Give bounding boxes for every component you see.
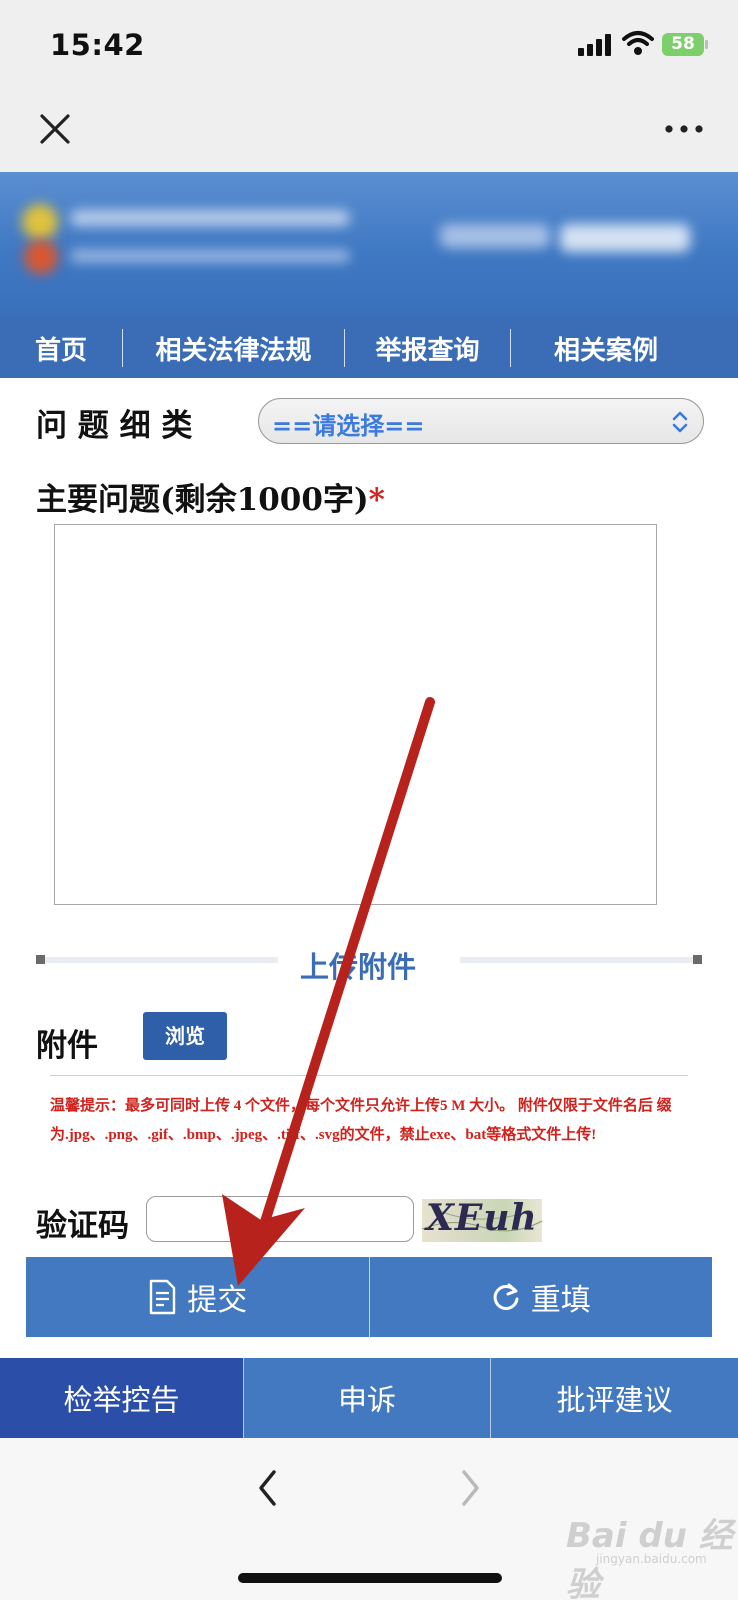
menu-report-query[interactable]: 举报查询 xyxy=(345,330,510,367)
battery-icon: 58 xyxy=(662,33,704,56)
main-issue-textarea[interactable] xyxy=(54,524,657,905)
refresh-icon xyxy=(493,1283,519,1310)
category-select-value: ==请选择== xyxy=(272,412,425,440)
close-icon[interactable] xyxy=(38,112,72,146)
signal-icon xyxy=(578,34,614,56)
tab-suggestion[interactable]: 批评建议 xyxy=(491,1358,738,1438)
wifi-icon xyxy=(622,31,654,55)
divider-line-right xyxy=(460,957,694,963)
menu-laws[interactable]: 相关法律法规 xyxy=(123,330,344,367)
main-issue-label-text: 主要问题(剩余1000字) xyxy=(36,482,369,518)
required-mark: * xyxy=(368,482,385,518)
category-label: 问 题 细 类 xyxy=(36,408,193,444)
captcha-image[interactable]: XEuh xyxy=(422,1199,542,1242)
divider-line-left xyxy=(45,957,278,963)
more-icon[interactable] xyxy=(664,123,704,135)
form-actions: 提交 重填 xyxy=(26,1257,712,1337)
tab-accusation[interactable]: 检举控告 xyxy=(0,1358,243,1438)
document-icon xyxy=(150,1279,176,1315)
menu-home[interactable]: 首页 xyxy=(0,330,122,367)
menu-cases[interactable]: 相关案例 xyxy=(511,330,701,367)
divider-end-right xyxy=(693,955,702,964)
battery-tip xyxy=(705,40,708,49)
forward-icon[interactable] xyxy=(458,1468,482,1508)
submit-button-label: 提交 xyxy=(187,1283,248,1318)
home-indicator xyxy=(238,1573,502,1583)
status-time: 15:42 xyxy=(50,28,145,62)
back-icon[interactable] xyxy=(256,1468,280,1508)
watermark-url: jingyan.baidu.com xyxy=(596,1552,707,1566)
site-header-banner xyxy=(0,172,738,318)
top-menu: 首页 相关法律法规 举报查询 相关案例 xyxy=(0,318,738,378)
bottom-tab-bar: 检举控告 申诉 批评建议 xyxy=(0,1358,738,1438)
divider-end-left xyxy=(36,955,45,964)
select-arrows-icon xyxy=(672,411,688,433)
browse-button[interactable]: 浏览 xyxy=(143,1012,227,1060)
attachment-label: 附件 xyxy=(36,1028,98,1064)
upload-notice: 温馨提示：最多可同时上传 4 个文件，每个文件只允许上传5 M 大小。 附件仅限… xyxy=(50,1098,672,1143)
captcha-label: 验证码 xyxy=(36,1208,129,1244)
submit-button[interactable]: 提交 xyxy=(26,1257,369,1337)
main-issue-label: 主要问题(剩余1000字)* xyxy=(36,474,385,519)
captcha-text: XEuh xyxy=(426,1199,538,1239)
nav-bar xyxy=(0,92,738,172)
tab-appeal[interactable]: 申诉 xyxy=(244,1358,490,1438)
captcha-input[interactable] xyxy=(146,1196,414,1242)
upload-section-title: 上传附件 xyxy=(300,950,417,984)
reset-button[interactable]: 重填 xyxy=(370,1257,713,1337)
notice-divider xyxy=(50,1075,688,1076)
reset-button-label: 重填 xyxy=(530,1283,591,1318)
